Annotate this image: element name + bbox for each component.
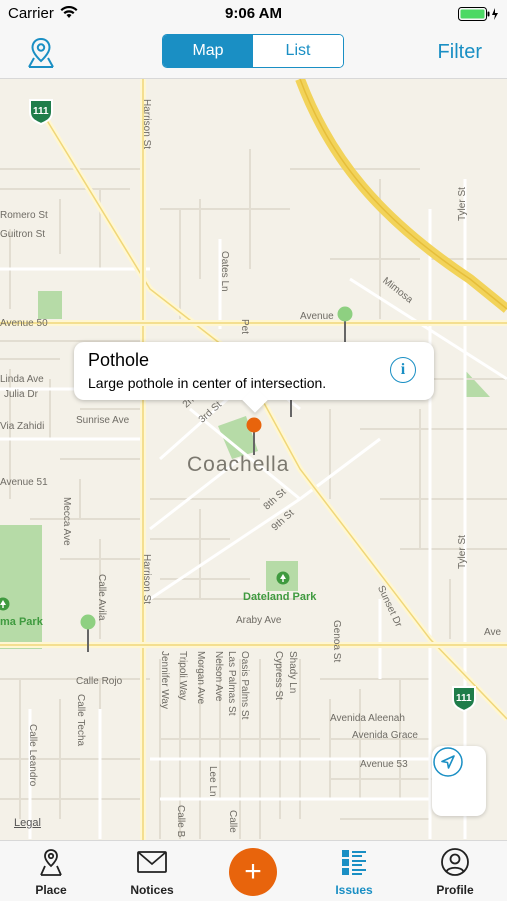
issue-pin-green[interactable] xyxy=(337,306,353,346)
street-label: Calle xyxy=(227,810,238,833)
tab-issues-label: Issues xyxy=(335,883,373,897)
street-label: Las Palmas St xyxy=(226,651,237,716)
street-label: Cypress St xyxy=(273,651,284,700)
street-label: Sunrise Ave xyxy=(76,415,130,426)
place-icon xyxy=(11,847,91,877)
tab-issues[interactable]: Issues xyxy=(314,847,394,901)
tab-bar: Place Notices + Issues Profile xyxy=(0,840,507,901)
callout-description: Large pothole in center of intersection. xyxy=(88,375,327,391)
street-label: Oates Ln xyxy=(219,251,230,292)
street-label: Calle B xyxy=(175,805,186,838)
profile-icon xyxy=(415,847,495,877)
map-location-pin-icon[interactable] xyxy=(26,36,56,70)
street-label: Julia Dr xyxy=(4,389,38,400)
street-label: Tripoli Way xyxy=(177,651,188,701)
callout-title: Pothole xyxy=(88,350,150,370)
street-label: Oasis Palms St xyxy=(239,651,250,720)
street-label: Calle Techa xyxy=(75,694,86,747)
battery-icon xyxy=(458,7,502,26)
street-label: Avenue xyxy=(300,311,334,322)
city-label: Coachella xyxy=(187,453,290,476)
issues-list-icon xyxy=(314,847,394,877)
street-label: Lee Ln xyxy=(207,766,218,797)
route-shield-label: 111 xyxy=(33,106,49,117)
tab-map[interactable]: Map xyxy=(163,35,253,67)
street-label: Shady Ln xyxy=(287,651,298,694)
street-label: Calle Leandro xyxy=(27,724,38,787)
park-icon xyxy=(276,571,290,585)
info-icon[interactable]: i xyxy=(390,357,416,383)
street-label: Avenue 53 xyxy=(360,759,408,770)
envelope-icon xyxy=(112,847,192,877)
tab-notices-label: Notices xyxy=(130,883,174,897)
street-label: Araby Ave xyxy=(236,615,282,626)
street-label: Avenida Grace xyxy=(352,730,418,741)
tab-place-label: Place xyxy=(35,883,67,897)
street-label: Avenue 51 xyxy=(0,477,48,488)
add-issue-button[interactable]: + xyxy=(229,848,277,896)
street-label: Avenida Aleenah xyxy=(330,713,405,724)
street-label: Tyler St xyxy=(457,535,468,569)
map-view[interactable]: 111 111 Romero St Guitron St Avenue 50 L… xyxy=(0,79,507,840)
street-label: Via Zahidi xyxy=(0,421,45,432)
street-label: Calle Avila xyxy=(96,574,107,621)
current-location-button[interactable] xyxy=(432,746,486,816)
park-label: Dateland Park xyxy=(243,591,317,603)
street-label: Tyler St xyxy=(457,187,468,221)
street-label: Calle Rojo xyxy=(76,676,123,687)
tab-profile-label: Profile xyxy=(436,883,474,897)
clock-label: 9:06 AM xyxy=(225,5,282,22)
map-list-segmented-control[interactable]: Map List xyxy=(162,34,344,68)
tab-profile[interactable]: Profile xyxy=(415,847,495,901)
street-label: Pet xyxy=(239,319,250,335)
tab-place[interactable]: Place xyxy=(11,847,91,901)
street-label: Mecca Ave xyxy=(61,497,72,546)
park-label: ma Park xyxy=(0,616,43,628)
tab-list[interactable]: List xyxy=(253,35,343,67)
park-icon xyxy=(0,597,10,611)
issue-pin-selected[interactable] xyxy=(246,417,262,457)
street-label: Romero St xyxy=(0,210,48,221)
street-label: Guitron St xyxy=(0,229,46,240)
street-label: Nelson Ave xyxy=(213,651,224,702)
legal-link[interactable]: Legal xyxy=(14,817,41,829)
filter-button[interactable]: Filter xyxy=(438,41,482,64)
street-label: Harrison St xyxy=(141,99,152,150)
street-label: Ave xyxy=(484,627,502,638)
issue-callout[interactable]: Pothole Large pothole in center of inter… xyxy=(74,342,434,400)
tab-notices[interactable]: Notices xyxy=(112,847,192,901)
issue-pin-green[interactable] xyxy=(80,614,96,654)
street-label: Jennifer Way xyxy=(159,651,170,709)
status-bar: Carrier 9:06 AM xyxy=(0,0,507,28)
street-label: Harrison St xyxy=(141,554,152,605)
street-label: Genoa St xyxy=(331,620,342,663)
street-label: Avenue 50 xyxy=(0,318,48,329)
street-label: Linda Ave xyxy=(0,374,44,385)
street-label: Morgan Ave xyxy=(195,651,206,705)
navigation-arrow-icon xyxy=(433,747,463,777)
nav-bar: Map List Filter xyxy=(0,28,507,79)
route-shield-label: 111 xyxy=(456,693,472,704)
